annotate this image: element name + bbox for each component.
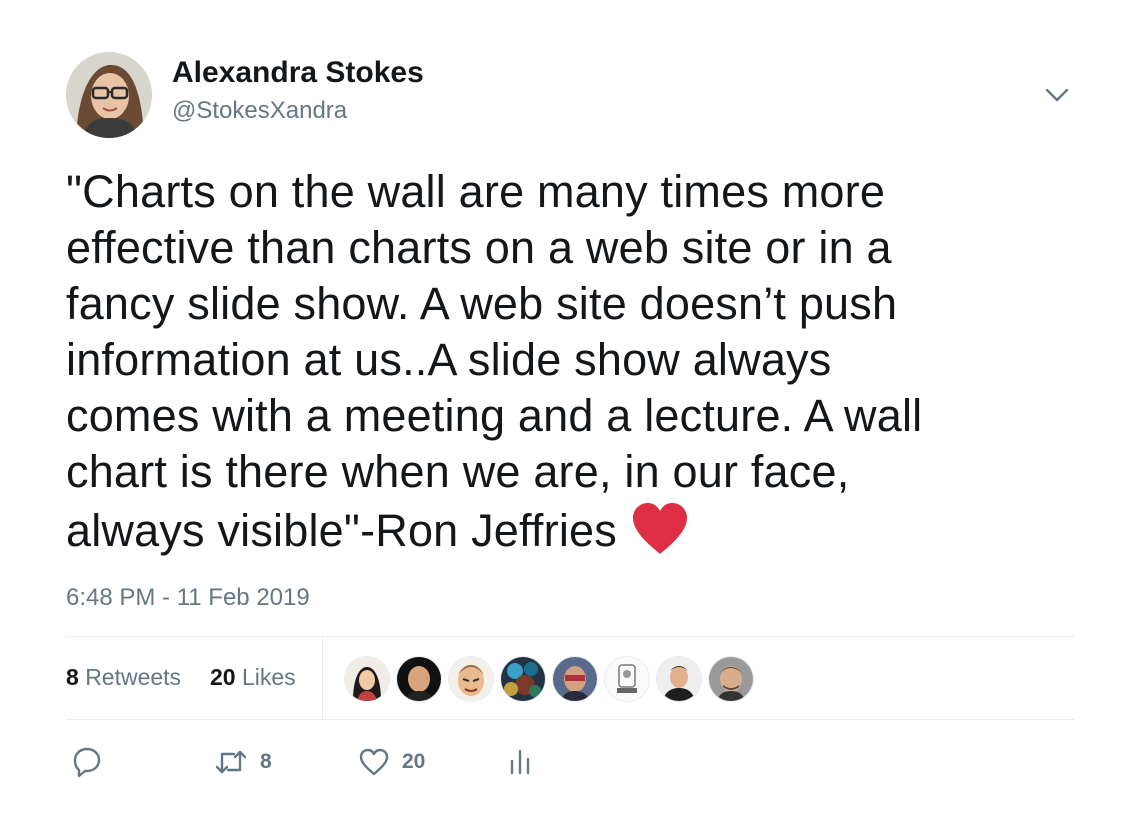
retweets-stat[interactable]: 8 Retweets: [66, 664, 181, 691]
tweet-text: "Charts on the wall are many times more …: [66, 164, 1076, 559]
likes-label: Likes: [241, 664, 296, 690]
red-heart-icon: [632, 503, 687, 554]
liker-avatar[interactable]: [708, 656, 754, 702]
tweet-text-line: always visible"-Ron Jeffries: [66, 505, 617, 556]
retweet-button[interactable]: 8: [214, 742, 272, 782]
likes-stat[interactable]: 20 Likes: [210, 664, 296, 691]
retweets-label: Retweets: [85, 664, 182, 690]
liker-avatar[interactable]: [344, 656, 390, 702]
retweets-count: 8: [66, 664, 79, 690]
tweet-text-line: chart is there when we are, in our face,: [66, 446, 850, 497]
tweet-text-line: fancy slide show. A web site doesn’t pus…: [66, 278, 898, 329]
tweet-text-line: information at us..A slide show always: [66, 334, 832, 385]
tweet-text-last-line: always visible"-Ron Jeffries: [66, 500, 1076, 559]
tweet-card: Alexandra Stokes @StokesXandra "Charts o…: [0, 0, 1132, 824]
liker-avatar[interactable]: [396, 656, 442, 702]
stats-divider: [322, 637, 323, 719]
liker-avatar[interactable]: [500, 656, 546, 702]
chevron-down-icon[interactable]: [1040, 80, 1074, 110]
divider: [66, 719, 1074, 720]
like-button[interactable]: 20: [358, 742, 425, 782]
analytics-button[interactable]: [508, 742, 532, 782]
liker-avatar[interactable]: [552, 656, 598, 702]
author-display-name[interactable]: Alexandra Stokes: [172, 56, 424, 90]
author-avatar-image: [66, 52, 152, 138]
likes-count: 20: [210, 664, 236, 690]
heart-outline-icon: [359, 748, 389, 776]
reply-button[interactable]: [72, 742, 102, 782]
tweet-text-line: effective than charts on a web site or i…: [66, 222, 892, 273]
tweet-text-line: "Charts on the wall are many times more: [66, 166, 886, 217]
divider: [66, 636, 1074, 637]
tweet-timestamp[interactable]: 6:48 PM - 11 Feb 2019: [66, 584, 310, 612]
liker-avatar[interactable]: [604, 656, 650, 702]
retweet-count: 8: [260, 750, 272, 773]
like-count: 20: [402, 750, 426, 773]
reply-icon: [73, 747, 101, 778]
analytics-icon: [510, 749, 530, 775]
tweet-text-line: comes with a meeting and a lecture. A wa…: [66, 390, 923, 441]
liker-avatar[interactable]: [656, 656, 702, 702]
author-avatar[interactable]: [66, 52, 152, 138]
author-handle[interactable]: @StokesXandra: [172, 97, 347, 125]
retweet-icon: [215, 750, 247, 774]
liker-avatar[interactable]: [448, 656, 494, 702]
